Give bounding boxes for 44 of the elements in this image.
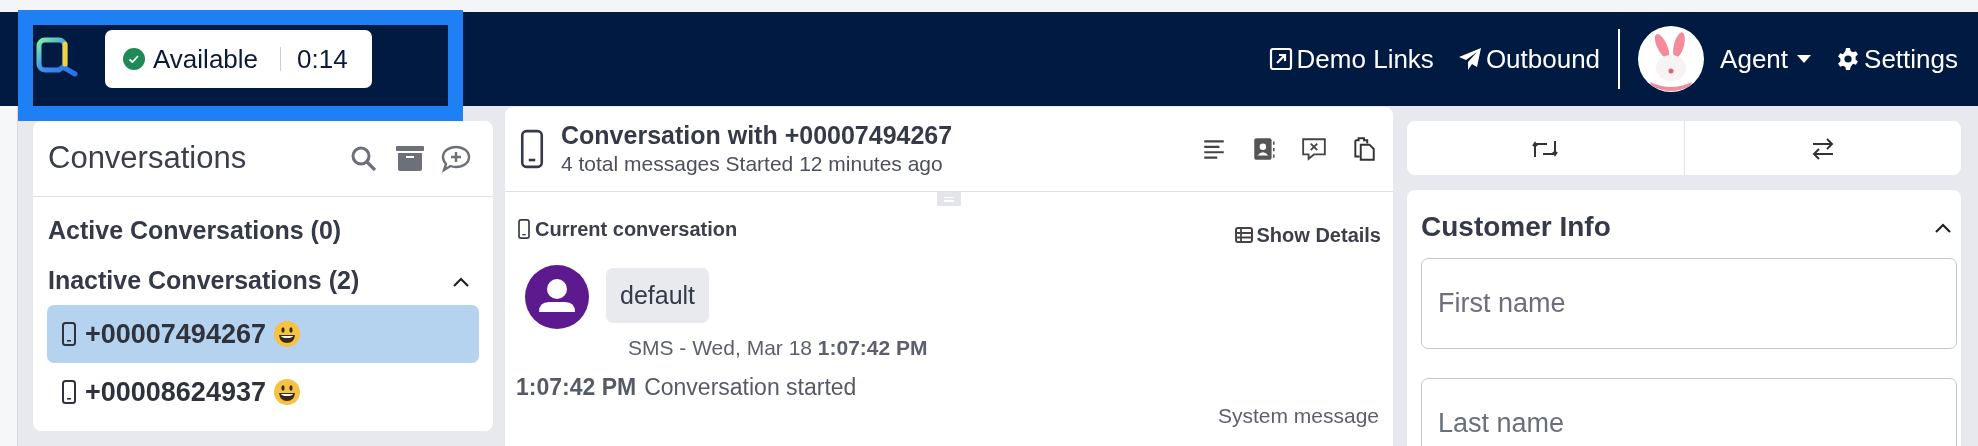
contact-book-icon[interactable] bbox=[1251, 136, 1277, 162]
smiley-icon bbox=[273, 379, 300, 405]
event-source: System message bbox=[1216, 404, 1380, 428]
conversation-title: Conversation with +00007494267 bbox=[561, 120, 954, 151]
phone-icon bbox=[61, 322, 77, 346]
status-label: Available bbox=[153, 42, 259, 76]
timer-text: 0:14 bbox=[297, 42, 348, 76]
group-header: Inactive Conversations (2) bbox=[48, 265, 360, 297]
section-label: Current conversation bbox=[535, 217, 738, 242]
panel-title: Conversations bbox=[48, 139, 248, 178]
input-field[interactable]: Last name bbox=[1421, 378, 1957, 446]
group-header: Active Conversations (0) bbox=[48, 215, 342, 247]
phone-icon bbox=[61, 380, 77, 404]
event-time: 1:07:42 PM bbox=[516, 372, 637, 402]
nav-link[interactable]: Demo Links bbox=[1268, 39, 1434, 79]
conversation-subtitle: 4 total messages Started 12 minutes ago bbox=[561, 151, 944, 178]
conversation-item[interactable]: +00008624937 bbox=[47, 363, 479, 421]
settings-icon bbox=[1836, 47, 1861, 71]
user-avatar-icon bbox=[524, 264, 590, 330]
table-icon bbox=[1234, 227, 1253, 243]
conversation-item[interactable]: +00007494267 bbox=[47, 305, 479, 363]
archive-icon[interactable] bbox=[395, 143, 425, 174]
bunny-avatar-icon[interactable] bbox=[1638, 26, 1705, 92]
phone-icon bbox=[517, 219, 531, 239]
resize-handle[interactable] bbox=[937, 192, 961, 206]
status-badge[interactable]: Available 0:14 bbox=[105, 30, 372, 88]
new-chat-icon[interactable] bbox=[441, 143, 471, 174]
user-menu[interactable]: Agent bbox=[1720, 39, 1813, 79]
message-bubble: default bbox=[606, 268, 710, 324]
clipboard-copy-icon[interactable] bbox=[1351, 136, 1377, 162]
input-field[interactable]: First name bbox=[1421, 258, 1957, 349]
event-text: Conversation started bbox=[644, 372, 857, 402]
card-title: Customer Info bbox=[1421, 210, 1611, 244]
smiley-icon bbox=[273, 321, 300, 347]
message-meta: SMS - Wed, Mar 18 1:07:42 PM bbox=[627, 335, 929, 361]
message-close-icon[interactable] bbox=[1301, 136, 1327, 162]
settings-button[interactable]: Settings bbox=[1836, 39, 1958, 79]
show-details-button[interactable]: Show Details bbox=[1234, 220, 1381, 250]
external-link-icon bbox=[1268, 47, 1293, 71]
nav-link[interactable]: Outbound bbox=[1457, 39, 1601, 79]
caret-down-icon bbox=[1796, 54, 1813, 64]
paper-plane-icon bbox=[1457, 47, 1482, 71]
phone-icon bbox=[519, 129, 545, 169]
swap-icon[interactable] bbox=[1810, 137, 1835, 160]
